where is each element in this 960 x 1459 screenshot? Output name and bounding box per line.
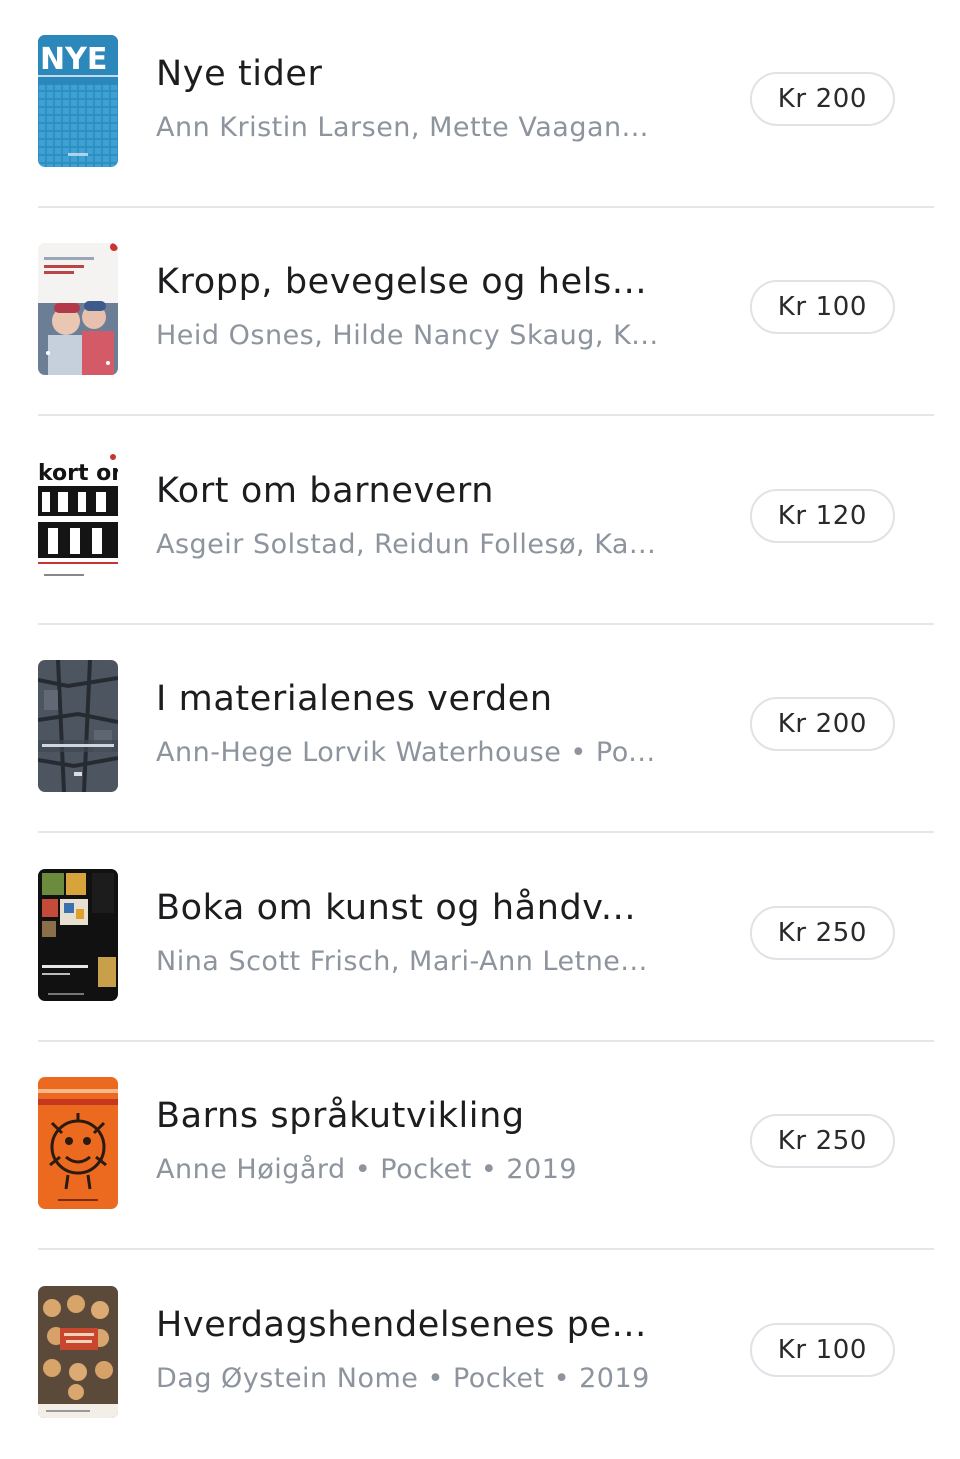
book-cover <box>38 243 118 375</box>
price-button[interactable]: Kr 200 <box>749 697 895 751</box>
svg-text:NYE: NYE <box>40 42 107 77</box>
list-item[interactable]: Kropp, bevegelse og hels... Heid Osnes, … <box>0 208 960 416</box>
book-cover <box>38 1286 118 1418</box>
price-button[interactable]: Kr 120 <box>749 489 895 543</box>
price-button[interactable]: Kr 100 <box>749 280 895 334</box>
divider <box>38 1248 934 1250</box>
list-item[interactable]: I materialenes verden Ann-Hege Lorvik Wa… <box>0 625 960 833</box>
book-title: Nye tider <box>156 54 323 94</box>
book-authors: Ann-Hege Lorvik Waterhouse • Po... <box>156 737 656 768</box>
book-title: Hverdagshendelsenes pe... <box>156 1305 647 1345</box>
book-authors: Nina Scott Frisch, Mari-Ann Letne... <box>156 946 648 977</box>
book-cover <box>38 869 118 1001</box>
book-cover <box>38 660 118 792</box>
price-button[interactable]: Kr 200 <box>749 72 895 126</box>
book-title: Kort om barnevern <box>156 471 495 511</box>
price-button[interactable]: Kr 250 <box>749 1114 895 1168</box>
book-title: Kropp, bevegelse og hels... <box>156 262 648 302</box>
list-item[interactable]: Barns språkutvikling Anne Høigård • Pock… <box>0 1042 960 1250</box>
book-cover: NYE <box>38 35 118 167</box>
book-title: Barns språkutvikling <box>156 1096 525 1136</box>
book-authors: Dag Øystein Nome • Pocket • 2019 <box>156 1363 650 1394</box>
list-item[interactable]: Hverdagshendelsenes pe... Dag Øystein No… <box>0 1251 960 1459</box>
svg-text:kort om: kort om <box>38 461 118 486</box>
book-authors: Anne Høigård • Pocket • 2019 <box>156 1154 578 1185</box>
list-item[interactable]: Boka om kunst og håndv... Nina Scott Fri… <box>0 834 960 1042</box>
book-authors: Ann Kristin Larsen, Mette Vaagan... <box>156 112 649 143</box>
book-title: I materialenes verden <box>156 679 553 719</box>
price-button[interactable]: Kr 250 <box>749 906 895 960</box>
book-cover <box>38 1077 118 1209</box>
divider <box>38 414 934 416</box>
book-listing-list: NYE Nye tider Ann Kristin Larsen, Mette … <box>0 0 960 1452</box>
book-authors: Heid Osnes, Hilde Nancy Skaug, K... <box>156 320 659 351</box>
list-item[interactable]: kort om Kort om barnevern Asgeir Solstad… <box>0 417 960 625</box>
book-authors: Asgeir Solstad, Reidun Follesø, Ka... <box>156 529 657 560</box>
book-title: Boka om kunst og håndv... <box>156 888 637 928</box>
book-cover: kort om <box>38 452 118 584</box>
list-item[interactable]: NYE Nye tider Ann Kristin Larsen, Mette … <box>0 0 960 208</box>
divider <box>38 831 934 833</box>
price-button[interactable]: Kr 100 <box>749 1323 895 1377</box>
